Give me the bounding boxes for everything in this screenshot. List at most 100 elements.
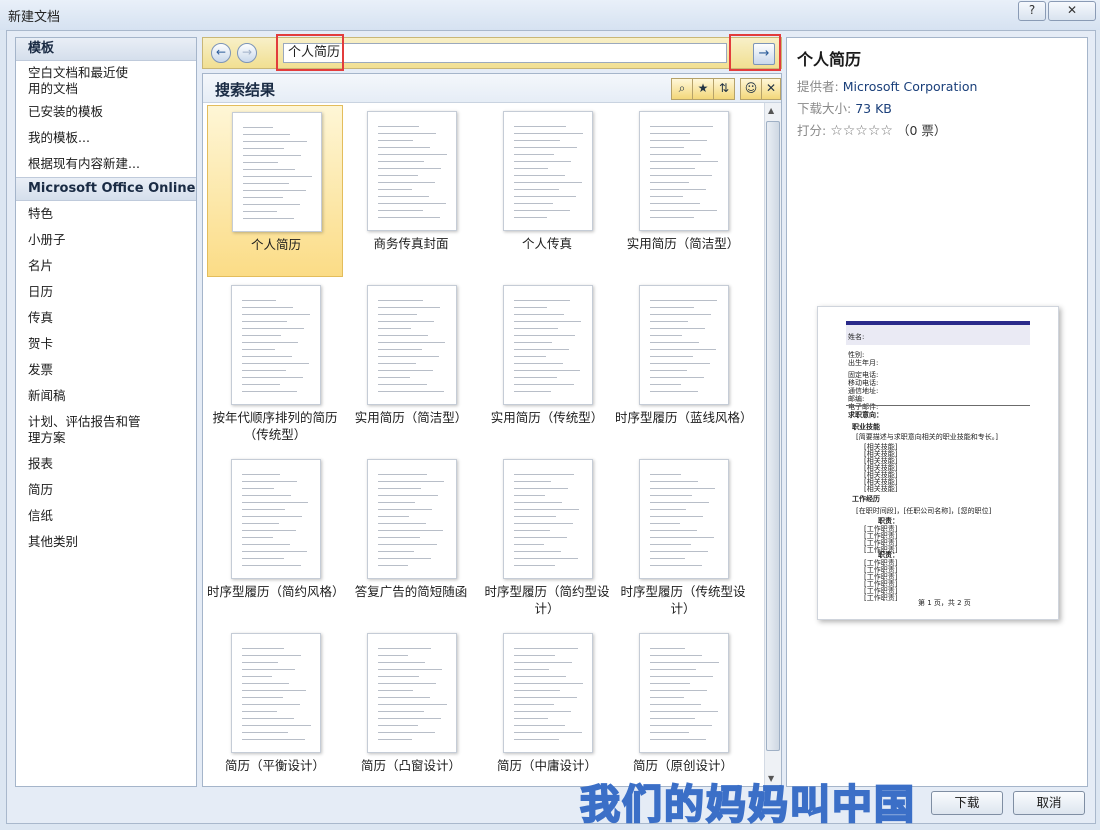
thumbnail-line [650, 565, 702, 566]
nav-item-online-category[interactable]: 贺卡 [16, 331, 196, 357]
thumbnail-line [650, 711, 718, 712]
thumbnail-line [242, 558, 284, 559]
nav-item-online-category[interactable]: 发票 [16, 357, 196, 383]
thumbnail-line [514, 732, 582, 733]
help-button[interactable]: ? [1018, 1, 1046, 21]
nav-item-from-existing[interactable]: 根据现有内容新建... [16, 151, 196, 177]
nav-item-installed[interactable]: 已安装的模板 [16, 99, 196, 125]
template-tile[interactable]: 商务传真封面 [343, 105, 479, 277]
provider-link[interactable]: Microsoft Corporation [843, 79, 978, 94]
thumbnail-line [650, 551, 708, 552]
highlight-go-button [729, 34, 781, 71]
author-button[interactable]: ☺ [740, 78, 762, 100]
scroll-up-icon[interactable]: ▲ [768, 106, 774, 115]
thumbnail-line [650, 669, 696, 670]
template-tile[interactable]: 实用简历（简洁型） [615, 105, 751, 277]
rating-stars[interactable]: ☆☆☆☆☆ [830, 123, 893, 139]
watermark-text: 我们的妈妈叫中国 [579, 781, 916, 829]
nav-item-my-templates[interactable]: 我的模板... [16, 125, 196, 151]
thumbnail-line [650, 516, 703, 517]
nav-item-online-category[interactable]: 传真 [16, 305, 196, 331]
thumbnail-line [243, 183, 289, 184]
template-tile[interactable]: 答复广告的简短随函 [343, 453, 479, 625]
thumbnail-line [378, 370, 433, 371]
thumbnail-line [242, 502, 308, 503]
thumbnail-line [242, 537, 273, 538]
remove-author-button[interactable]: ✕ [761, 78, 781, 100]
thumbnail-line [242, 509, 285, 510]
thumbnail-line [650, 307, 694, 308]
thumbnail-line [378, 300, 423, 301]
nav-item-online-category[interactable]: 计划、评估报告和管理方案 [16, 409, 160, 451]
person-remove-icon: ✕ [765, 81, 777, 95]
sort-name-button[interactable]: ⇅ [713, 78, 735, 100]
template-tile[interactable]: 按年代顺序排列的简历（传统型） [207, 279, 343, 451]
template-tile[interactable]: 个人简历 [207, 105, 343, 277]
thumbnail-line [514, 349, 569, 350]
thumbnail-line [650, 196, 683, 197]
thumbnail-line [514, 342, 552, 343]
thumbnail-line [514, 363, 563, 364]
template-title: 时序型履历（蓝线风格） [615, 410, 753, 425]
title-bar: 新建文档 ? ✕ [0, 0, 1100, 30]
thumbnail-line [650, 377, 704, 378]
nav-item-online-category[interactable]: 简历 [16, 477, 196, 503]
size-label: 下载大小: [797, 101, 852, 116]
template-tile[interactable]: 实用简历（传统型） [479, 279, 615, 451]
detail-title: 个人简历 [797, 50, 862, 69]
nav-item-online-category[interactable]: 特色 [16, 201, 196, 227]
template-tile[interactable]: 简历（平衡设计） [207, 627, 343, 799]
template-tile[interactable]: 实用简历（简洁型） [343, 279, 479, 451]
forward-button[interactable]: → [237, 43, 257, 63]
nav-item-online-category[interactable]: 报表 [16, 451, 196, 477]
template-tile[interactable]: 个人传真 [479, 105, 615, 277]
view-options-button[interactable]: ⌕ [671, 78, 693, 100]
nav-item-online-category[interactable]: 信纸 [16, 503, 196, 529]
star-sort-icon: ★ [697, 81, 709, 95]
thumbnail-line [378, 196, 429, 197]
thumbnail-line [378, 391, 444, 392]
results-scrollbar[interactable]: ▲ ▼ [764, 103, 781, 786]
template-title: 个人传真 [521, 236, 572, 251]
person-icon: ☺ [744, 81, 758, 95]
thumbnail-line [514, 196, 576, 197]
rating-votes: （0 票） [896, 123, 947, 138]
download-button[interactable]: 下载 [931, 791, 1003, 815]
thumbnail-line [650, 126, 713, 127]
search-input[interactable]: 个人简历 [283, 43, 727, 63]
template-tile[interactable]: 时序型履历（简约风格） [207, 453, 345, 625]
close-button[interactable]: ✕ [1048, 1, 1096, 21]
template-tile[interactable]: 简历（凸窗设计） [343, 627, 479, 799]
thumbnail-line [242, 732, 288, 733]
sort-rating-button[interactable]: ★ [692, 78, 714, 100]
thumbnail-line [378, 488, 421, 489]
scrollbar-thumb[interactable] [766, 121, 780, 751]
nav-item-online-category[interactable]: 其他类别 [16, 529, 196, 555]
cancel-button[interactable]: 取消 [1013, 791, 1085, 815]
template-tile[interactable]: 时序型履历（传统型设计） [615, 453, 751, 625]
thumbnail-line [514, 669, 549, 670]
nav-item-blank-recent[interactable]: 空白文档和最近使用的文档 [16, 61, 150, 99]
nav-item-online-category[interactable]: 日历 [16, 279, 196, 305]
nav-item-online-category[interactable]: 名片 [16, 253, 196, 279]
nav-item-online-category[interactable]: 小册子 [16, 227, 196, 253]
template-tile[interactable]: 时序型履历（蓝线风格） [615, 279, 753, 451]
thumbnail-line [242, 321, 287, 322]
thumbnail-line [242, 335, 281, 336]
template-thumbnail [367, 111, 457, 231]
thumbnail-line [378, 697, 430, 698]
template-tile[interactable]: 时序型履历（简约型设计） [479, 453, 615, 625]
nav-item-online-category[interactable]: 新闻稿 [16, 383, 196, 409]
template-thumbnail [231, 633, 321, 753]
thumbnail-line [650, 147, 684, 148]
nav-header-online[interactable]: Microsoft Office Online [16, 177, 196, 201]
template-title: 简历（凸窗设计） [360, 758, 461, 773]
template-category-nav: 模板 空白文档和最近使用的文档 已安装的模板 我的模板... 根据现有内容新建.… [15, 37, 197, 787]
thumbnail-line [514, 391, 551, 392]
back-button[interactable]: ← [211, 43, 231, 63]
preview-duty-label: 职责： [878, 517, 899, 525]
template-thumbnail [231, 459, 321, 579]
thumbnail-line [650, 203, 700, 204]
rating-row: 打分: ☆☆☆☆☆ （0 票） [797, 120, 946, 139]
template-thumbnail [231, 285, 321, 405]
